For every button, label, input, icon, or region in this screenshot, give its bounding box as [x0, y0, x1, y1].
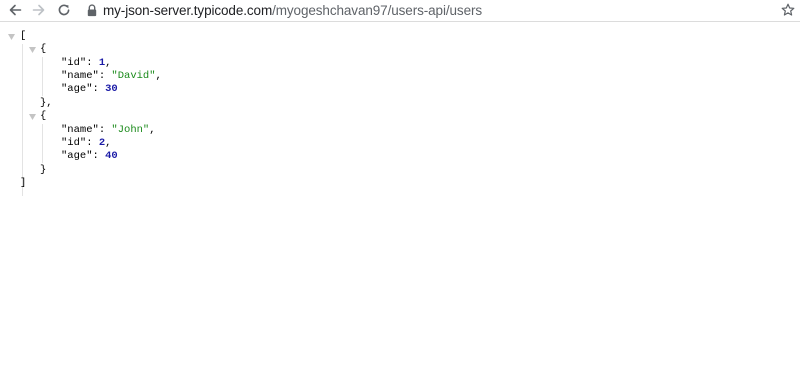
- collapse-toggle-item-0[interactable]: [28, 46, 36, 54]
- indent-guide: [42, 57, 43, 96]
- reload-icon: [58, 4, 70, 16]
- reload-button[interactable]: [55, 1, 73, 19]
- json-line: "name": "David",: [61, 70, 162, 83]
- json-line: "age": 40: [61, 150, 118, 163]
- browser-toolbar: my-json-server.typicode.com/myogeshchava…: [0, 0, 800, 22]
- json-colon: :: [86, 57, 99, 69]
- json-key: "id": [61, 57, 87, 69]
- json-comma: ,: [105, 137, 112, 149]
- forward-button[interactable]: [30, 1, 48, 19]
- json-line: "name": "John",: [61, 124, 156, 137]
- json-colon: :: [98, 124, 112, 136]
- address-bar[interactable]: my-json-server.typicode.com/myogeshchava…: [82, 1, 772, 20]
- json-colon: :: [98, 70, 112, 82]
- json-key: "name": [61, 124, 99, 136]
- json-line: [: [20, 30, 26, 43]
- json-key: "age": [61, 83, 93, 95]
- json-brace: },: [40, 97, 53, 109]
- json-key: "name": [61, 70, 99, 82]
- json-key: "age": [61, 150, 93, 162]
- json-string: "David": [111, 70, 156, 82]
- arrow-left-icon: [9, 4, 22, 16]
- json-comma: ,: [149, 124, 156, 136]
- json-line: "age": 30: [61, 83, 118, 96]
- json-number: 40: [105, 150, 118, 162]
- bookmark-button[interactable]: [779, 1, 797, 19]
- json-brace: {: [40, 43, 47, 55]
- json-bracket: ]: [20, 177, 27, 189]
- json-line: "id": 2,: [61, 137, 111, 150]
- triangle-down-icon: [7, 34, 15, 40]
- json-brace: }: [40, 164, 47, 176]
- star-icon: [781, 3, 795, 16]
- json-line: ]: [20, 177, 26, 190]
- json-comma: ,: [105, 57, 112, 69]
- json-line: },: [40, 97, 53, 110]
- back-button[interactable]: [6, 1, 24, 19]
- indent-guide: [22, 44, 23, 196]
- triangle-down-icon: [28, 114, 36, 120]
- url-host: my-json-server.typicode.com: [103, 3, 273, 18]
- json-string: "John": [111, 124, 150, 136]
- triangle-down-icon: [28, 47, 36, 53]
- json-comma: ,: [155, 70, 162, 82]
- json-viewer: [ { "id": 1, "name": "David", "age": 30 …: [0, 22, 800, 378]
- json-line: {: [40, 110, 46, 123]
- json-colon: :: [86, 137, 99, 149]
- lock-icon: [86, 4, 97, 18]
- json-line: {: [40, 43, 46, 56]
- json-key: "id": [61, 137, 87, 149]
- json-bracket: [: [20, 30, 27, 42]
- collapse-toggle-root[interactable]: [7, 33, 15, 41]
- json-colon: :: [92, 83, 106, 95]
- json-colon: :: [92, 150, 106, 162]
- arrow-right-icon: [32, 4, 45, 16]
- json-line: }: [40, 164, 46, 177]
- json-brace: {: [40, 110, 47, 122]
- json-number: 30: [105, 83, 118, 95]
- collapse-toggle-item-1[interactable]: [28, 113, 36, 121]
- url-path: /myogeshchavan97/users-api/users: [272, 3, 483, 18]
- indent-guide: [42, 124, 43, 163]
- json-line: "id": 1,: [61, 57, 111, 70]
- url-text: my-json-server.typicode.com/myogeshchava…: [103, 3, 482, 18]
